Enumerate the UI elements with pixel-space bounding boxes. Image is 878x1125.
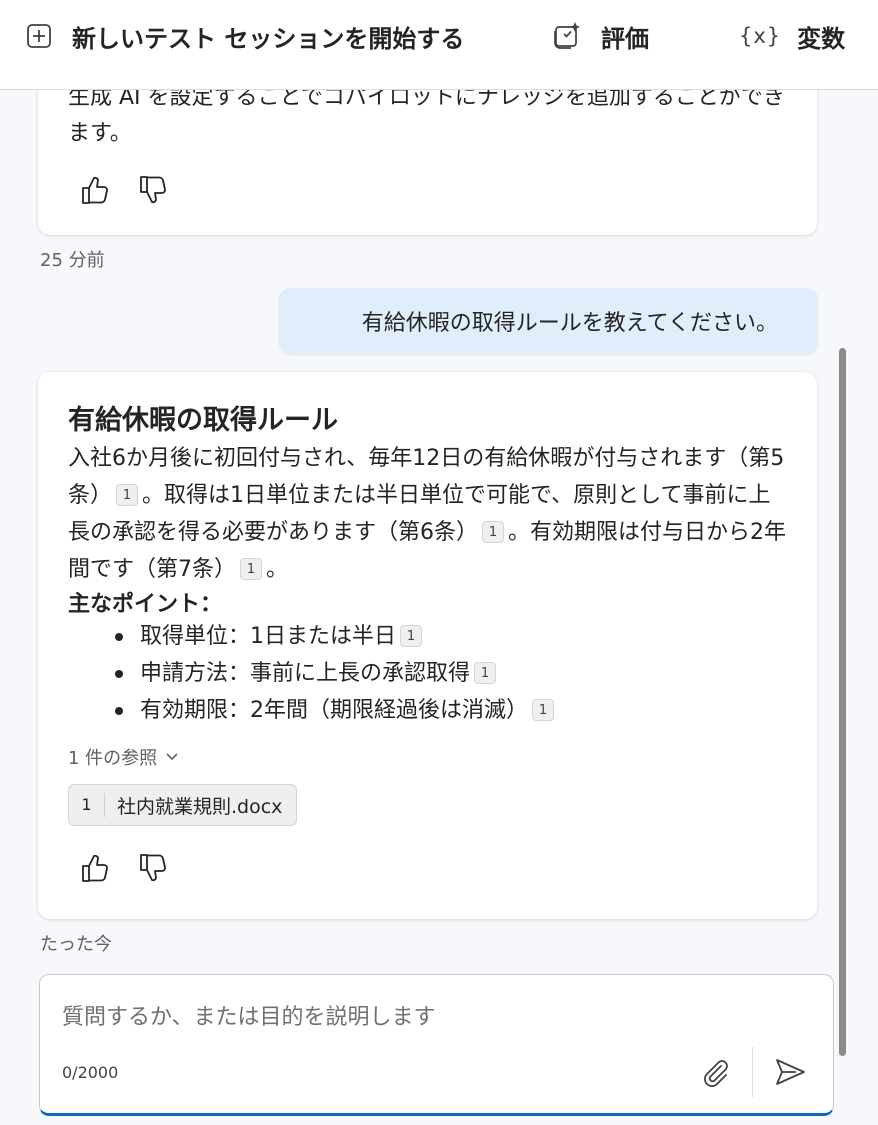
- response-timestamp: たった今: [40, 934, 112, 955]
- thumbs-down-icon[interactable]: [138, 174, 168, 206]
- thumbs-down-icon[interactable]: [138, 852, 168, 884]
- message-input[interactable]: [62, 997, 802, 1037]
- citation-badge[interactable]: 1: [532, 699, 554, 721]
- new-test-session-label: 新しいテスト セッションを開始する: [72, 24, 465, 53]
- references-toggle[interactable]: 1 件の参照: [68, 744, 179, 770]
- thumbs-up-icon[interactable]: [80, 174, 110, 206]
- add-square-icon: [27, 24, 51, 48]
- user-message-text: 有給休暇の取得ルールを教えてください。: [361, 311, 778, 336]
- character-counter: 0/2000: [62, 1063, 119, 1082]
- message-composer: 0/2000: [39, 974, 834, 1116]
- list-item: 申請方法：事前に上長の承認取得 1: [112, 655, 558, 692]
- attach-icon[interactable]: [700, 1057, 730, 1093]
- reference-chip[interactable]: 1 社内就業規則.docx: [68, 784, 298, 826]
- response-text-4: 。: [266, 557, 289, 582]
- user-message-bubble: 有給休暇の取得ルールを教えてください。: [279, 288, 818, 354]
- references-label: 1 件の参照: [68, 748, 158, 769]
- variables-label: 変数: [797, 24, 846, 53]
- chat-scrollbar[interactable]: [839, 348, 846, 1056]
- evaluate-sparkle-icon: [554, 22, 580, 49]
- previous-bot-message: 生成 AI を設定することでコパイロットにナレッジを追加することができます。: [38, 90, 817, 235]
- evaluate-label: 評価: [601, 24, 649, 53]
- reference-number: 1: [69, 793, 105, 817]
- thumbs-up-icon[interactable]: [80, 852, 110, 884]
- variable-icon: {x}: [739, 24, 782, 48]
- send-icon[interactable]: [774, 1057, 806, 1091]
- evaluate-button[interactable]: 評価: [551, 18, 649, 54]
- citation-badge[interactable]: 1: [482, 521, 504, 543]
- previous-message-timestamp: 25 分前: [40, 250, 105, 271]
- composer-divider: [752, 1047, 753, 1097]
- list-item: 取得単位：1日または半日 1: [112, 618, 558, 655]
- previous-message-text: 生成 AI を設定することでコパイロットにナレッジを追加することができます。: [68, 90, 785, 146]
- response-title: 有給休暇の取得ルール: [68, 405, 338, 436]
- variables-button[interactable]: {x} 変数: [739, 18, 845, 54]
- points-list: 取得単位：1日または半日 1 申請方法：事前に上長の承認取得 1 有効期限：2年間（…: [112, 618, 558, 729]
- list-item: 有効期限：2年間（期限経過後は消滅） 1: [112, 692, 558, 729]
- toolbar: 新しいテスト セッションを開始する 評価 {x} 変数: [0, 0, 878, 90]
- reference-name: 社内就業規則.docx: [117, 795, 283, 818]
- response-body: 入社6か月後に初回付与され、毎年12日の有給休暇が付与されます（第5条） 1 。取得…: [68, 440, 788, 588]
- citation-badge[interactable]: 1: [400, 625, 422, 647]
- response-feedback: [80, 852, 168, 884]
- bot-response-card: 有給休暇の取得ルール 入社6か月後に初回付与され、毎年12日の有給休暇が付与され…: [38, 372, 817, 919]
- new-test-session-button[interactable]: 新しいテスト セッションを開始する: [26, 18, 464, 54]
- chat-area[interactable]: 生成 AI を設定することでコパイロットにナレッジを追加することができます。 2…: [0, 90, 878, 1125]
- citation-badge[interactable]: 1: [474, 662, 497, 684]
- previous-feedback: [80, 174, 168, 206]
- citation-badge[interactable]: 1: [116, 484, 139, 506]
- citation-badge[interactable]: 1: [240, 558, 262, 580]
- chevron-down-icon: [166, 753, 178, 761]
- points-heading: 主なポイント：: [68, 592, 223, 617]
